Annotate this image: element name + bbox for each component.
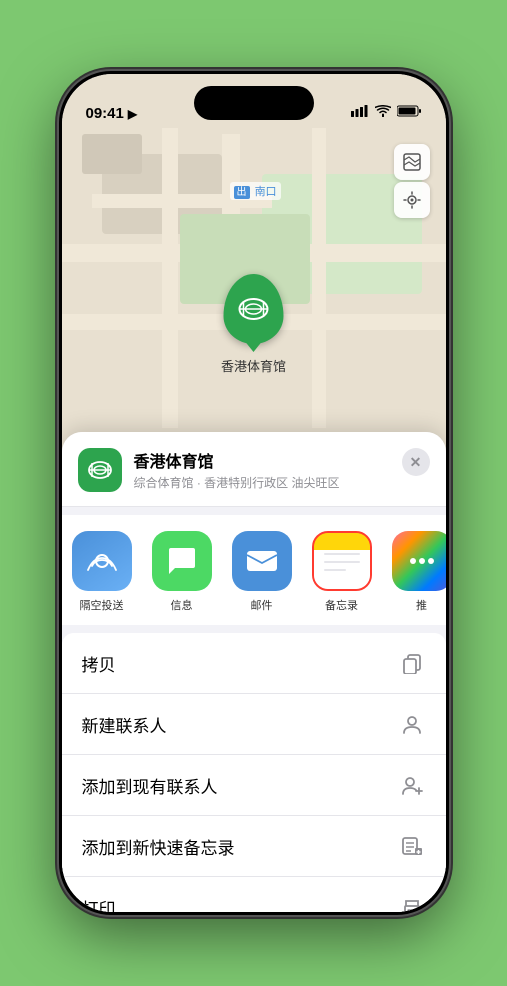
mail-icon xyxy=(232,531,292,591)
copy-icon xyxy=(398,649,426,677)
mail-label: 邮件 xyxy=(251,597,273,613)
map-road xyxy=(312,128,326,428)
action-copy[interactable]: 拷贝 xyxy=(62,633,446,694)
venue-icon xyxy=(78,448,122,492)
bottom-sheet: 香港体育馆 综合体育馆 · 香港特别行政区 油尖旺区 ✕ 隔 xyxy=(62,432,446,912)
action-new-contact[interactable]: 新建联系人 xyxy=(62,694,446,755)
venue-subtitle: 综合体育馆 · 香港特别行政区 油尖旺区 xyxy=(134,474,390,491)
exit-name: 南口 xyxy=(255,186,277,198)
share-notes[interactable]: 备忘录 xyxy=(302,531,382,613)
location-icon: ▶ xyxy=(128,107,137,121)
wifi-icon xyxy=(375,104,391,122)
map-road xyxy=(162,128,178,428)
more-label: 推 xyxy=(416,597,427,613)
airdrop-icon xyxy=(72,531,132,591)
pin-label: 香港体育馆 xyxy=(221,356,286,375)
signal-icon xyxy=(351,104,369,122)
location-button[interactable] xyxy=(394,182,430,218)
share-more[interactable]: 推 xyxy=(382,531,446,613)
map-block xyxy=(82,134,142,174)
new-contact-icon xyxy=(398,710,426,738)
share-row: 隔空投送 信息 xyxy=(62,515,446,625)
phone-frame: 09:41 ▶ xyxy=(59,71,449,915)
venue-name: 香港体育馆 xyxy=(134,448,390,472)
actions-list: 拷贝 新建联系人 xyxy=(62,633,446,912)
map-exit-label: 出 南口 xyxy=(230,182,281,200)
notes-label: 备忘录 xyxy=(325,597,358,613)
battery-icon xyxy=(397,104,422,122)
time-display: 09:41 xyxy=(86,105,124,122)
phone-screen: 09:41 ▶ xyxy=(62,74,446,912)
exit-code: 出 xyxy=(234,186,250,199)
print-icon xyxy=(398,893,426,912)
status-time: 09:41 ▶ xyxy=(86,105,138,122)
venue-header: 香港体育馆 综合体育馆 · 香港特别行政区 油尖旺区 ✕ xyxy=(62,432,446,507)
share-message[interactable]: 信息 xyxy=(142,531,222,613)
action-print[interactable]: 打印 xyxy=(62,877,446,912)
share-mail[interactable]: 邮件 xyxy=(222,531,302,613)
stadium-pin[interactable]: 香港体育馆 xyxy=(221,274,286,375)
airdrop-label: 隔空投送 xyxy=(80,597,124,613)
add-note-label: 添加到新快速备忘录 xyxy=(82,834,235,859)
map-type-button[interactable] xyxy=(394,144,430,180)
map-controls[interactable] xyxy=(394,144,430,218)
action-add-contact[interactable]: 添加到现有联系人 xyxy=(62,755,446,816)
share-airdrop[interactable]: 隔空投送 xyxy=(62,531,142,613)
message-icon xyxy=(152,531,212,591)
status-icons xyxy=(351,104,422,122)
copy-label: 拷贝 xyxy=(82,651,116,676)
notes-icon xyxy=(312,531,372,591)
venue-info: 香港体育馆 综合体育馆 · 香港特别行政区 油尖旺区 xyxy=(134,448,390,491)
add-contact-label: 添加到现有联系人 xyxy=(82,773,218,798)
add-contact-icon xyxy=(398,771,426,799)
print-label: 打印 xyxy=(82,895,116,913)
action-add-note[interactable]: 添加到新快速备忘录 xyxy=(62,816,446,877)
new-contact-label: 新建联系人 xyxy=(82,712,167,737)
add-note-icon xyxy=(398,832,426,860)
close-button[interactable]: ✕ xyxy=(402,448,430,476)
dynamic-island xyxy=(194,86,314,120)
message-label: 信息 xyxy=(171,597,193,613)
pin-icon xyxy=(223,274,283,344)
more-icon xyxy=(392,531,446,591)
